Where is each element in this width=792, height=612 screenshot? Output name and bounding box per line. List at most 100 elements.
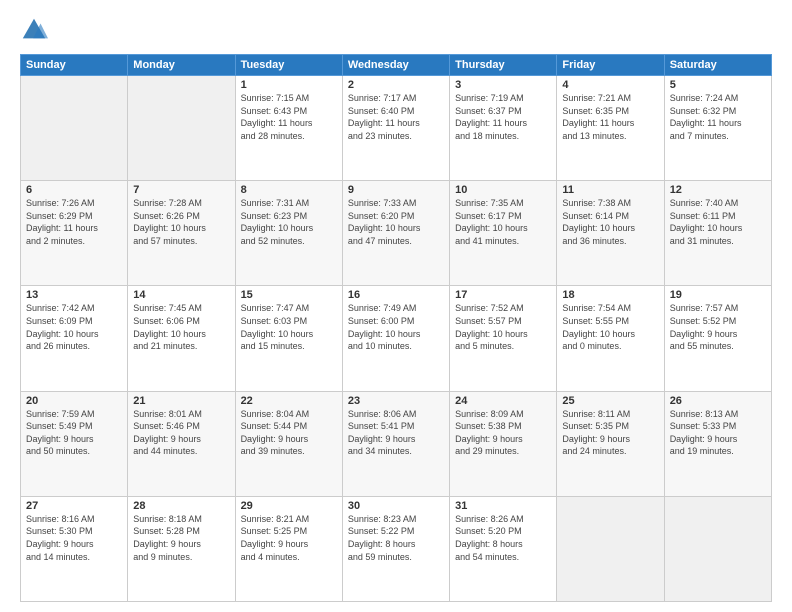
day-number: 29: [241, 500, 337, 512]
day-number: 17: [455, 289, 551, 301]
calendar-week-row: 20Sunrise: 7:59 AM Sunset: 5:49 PM Dayli…: [21, 391, 772, 496]
logo: [20, 16, 52, 44]
calendar-header-tuesday: Tuesday: [235, 55, 342, 76]
calendar-cell: 2Sunrise: 7:17 AM Sunset: 6:40 PM Daylig…: [342, 76, 449, 181]
calendar-cell: 23Sunrise: 8:06 AM Sunset: 5:41 PM Dayli…: [342, 391, 449, 496]
calendar-header-saturday: Saturday: [664, 55, 771, 76]
calendar-cell: 30Sunrise: 8:23 AM Sunset: 5:22 PM Dayli…: [342, 496, 449, 601]
day-number: 11: [562, 184, 658, 196]
calendar-cell: 9Sunrise: 7:33 AM Sunset: 6:20 PM Daylig…: [342, 181, 449, 286]
calendar-cell: [664, 496, 771, 601]
day-info: Sunrise: 7:15 AM Sunset: 6:43 PM Dayligh…: [241, 92, 337, 142]
day-info: Sunrise: 8:21 AM Sunset: 5:25 PM Dayligh…: [241, 513, 337, 563]
day-number: 31: [455, 500, 551, 512]
calendar-cell: 28Sunrise: 8:18 AM Sunset: 5:28 PM Dayli…: [128, 496, 235, 601]
day-number: 18: [562, 289, 658, 301]
day-info: Sunrise: 7:28 AM Sunset: 6:26 PM Dayligh…: [133, 197, 229, 247]
day-info: Sunrise: 7:26 AM Sunset: 6:29 PM Dayligh…: [26, 197, 122, 247]
day-info: Sunrise: 7:59 AM Sunset: 5:49 PM Dayligh…: [26, 408, 122, 458]
day-info: Sunrise: 7:47 AM Sunset: 6:03 PM Dayligh…: [241, 302, 337, 352]
day-number: 6: [26, 184, 122, 196]
day-info: Sunrise: 7:45 AM Sunset: 6:06 PM Dayligh…: [133, 302, 229, 352]
day-info: Sunrise: 7:40 AM Sunset: 6:11 PM Dayligh…: [670, 197, 766, 247]
day-info: Sunrise: 7:21 AM Sunset: 6:35 PM Dayligh…: [562, 92, 658, 142]
calendar-cell: 14Sunrise: 7:45 AM Sunset: 6:06 PM Dayli…: [128, 286, 235, 391]
day-number: 20: [26, 395, 122, 407]
day-info: Sunrise: 7:19 AM Sunset: 6:37 PM Dayligh…: [455, 92, 551, 142]
day-info: Sunrise: 7:49 AM Sunset: 6:00 PM Dayligh…: [348, 302, 444, 352]
day-info: Sunrise: 8:11 AM Sunset: 5:35 PM Dayligh…: [562, 408, 658, 458]
day-info: Sunrise: 8:01 AM Sunset: 5:46 PM Dayligh…: [133, 408, 229, 458]
day-info: Sunrise: 8:16 AM Sunset: 5:30 PM Dayligh…: [26, 513, 122, 563]
calendar-cell: 18Sunrise: 7:54 AM Sunset: 5:55 PM Dayli…: [557, 286, 664, 391]
day-number: 7: [133, 184, 229, 196]
calendar-header-sunday: Sunday: [21, 55, 128, 76]
day-number: 16: [348, 289, 444, 301]
calendar-cell: 7Sunrise: 7:28 AM Sunset: 6:26 PM Daylig…: [128, 181, 235, 286]
day-info: Sunrise: 7:54 AM Sunset: 5:55 PM Dayligh…: [562, 302, 658, 352]
calendar-cell: 29Sunrise: 8:21 AM Sunset: 5:25 PM Dayli…: [235, 496, 342, 601]
calendar-cell: 10Sunrise: 7:35 AM Sunset: 6:17 PM Dayli…: [450, 181, 557, 286]
day-number: 12: [670, 184, 766, 196]
calendar-cell: 25Sunrise: 8:11 AM Sunset: 5:35 PM Dayli…: [557, 391, 664, 496]
calendar-header-monday: Monday: [128, 55, 235, 76]
day-info: Sunrise: 8:13 AM Sunset: 5:33 PM Dayligh…: [670, 408, 766, 458]
day-number: 15: [241, 289, 337, 301]
day-info: Sunrise: 7:35 AM Sunset: 6:17 PM Dayligh…: [455, 197, 551, 247]
calendar-header-friday: Friday: [557, 55, 664, 76]
calendar-cell: 8Sunrise: 7:31 AM Sunset: 6:23 PM Daylig…: [235, 181, 342, 286]
day-number: 24: [455, 395, 551, 407]
day-number: 1: [241, 79, 337, 91]
calendar-cell: 22Sunrise: 8:04 AM Sunset: 5:44 PM Dayli…: [235, 391, 342, 496]
calendar-header-thursday: Thursday: [450, 55, 557, 76]
day-number: 9: [348, 184, 444, 196]
calendar-cell: 5Sunrise: 7:24 AM Sunset: 6:32 PM Daylig…: [664, 76, 771, 181]
day-number: 21: [133, 395, 229, 407]
day-info: Sunrise: 8:06 AM Sunset: 5:41 PM Dayligh…: [348, 408, 444, 458]
day-number: 27: [26, 500, 122, 512]
calendar-cell: 31Sunrise: 8:26 AM Sunset: 5:20 PM Dayli…: [450, 496, 557, 601]
calendar-header-wednesday: Wednesday: [342, 55, 449, 76]
page: SundayMondayTuesdayWednesdayThursdayFrid…: [0, 0, 792, 612]
calendar-cell: 13Sunrise: 7:42 AM Sunset: 6:09 PM Dayli…: [21, 286, 128, 391]
calendar-cell: 17Sunrise: 7:52 AM Sunset: 5:57 PM Dayli…: [450, 286, 557, 391]
calendar-header-row: SundayMondayTuesdayWednesdayThursdayFrid…: [21, 55, 772, 76]
day-info: Sunrise: 7:33 AM Sunset: 6:20 PM Dayligh…: [348, 197, 444, 247]
day-info: Sunrise: 7:57 AM Sunset: 5:52 PM Dayligh…: [670, 302, 766, 352]
day-number: 23: [348, 395, 444, 407]
day-number: 4: [562, 79, 658, 91]
calendar-cell: 12Sunrise: 7:40 AM Sunset: 6:11 PM Dayli…: [664, 181, 771, 286]
calendar-cell: 11Sunrise: 7:38 AM Sunset: 6:14 PM Dayli…: [557, 181, 664, 286]
calendar-cell: 20Sunrise: 7:59 AM Sunset: 5:49 PM Dayli…: [21, 391, 128, 496]
calendar-week-row: 27Sunrise: 8:16 AM Sunset: 5:30 PM Dayli…: [21, 496, 772, 601]
day-number: 26: [670, 395, 766, 407]
day-number: 13: [26, 289, 122, 301]
calendar-cell: 27Sunrise: 8:16 AM Sunset: 5:30 PM Dayli…: [21, 496, 128, 601]
calendar-cell: [128, 76, 235, 181]
day-number: 5: [670, 79, 766, 91]
day-number: 30: [348, 500, 444, 512]
logo-icon: [20, 16, 48, 44]
calendar-week-row: 6Sunrise: 7:26 AM Sunset: 6:29 PM Daylig…: [21, 181, 772, 286]
calendar-cell: 26Sunrise: 8:13 AM Sunset: 5:33 PM Dayli…: [664, 391, 771, 496]
calendar-cell: 15Sunrise: 7:47 AM Sunset: 6:03 PM Dayli…: [235, 286, 342, 391]
day-info: Sunrise: 8:09 AM Sunset: 5:38 PM Dayligh…: [455, 408, 551, 458]
calendar-cell: 16Sunrise: 7:49 AM Sunset: 6:00 PM Dayli…: [342, 286, 449, 391]
day-number: 25: [562, 395, 658, 407]
calendar-table: SundayMondayTuesdayWednesdayThursdayFrid…: [20, 54, 772, 602]
day-info: Sunrise: 7:17 AM Sunset: 6:40 PM Dayligh…: [348, 92, 444, 142]
day-number: 22: [241, 395, 337, 407]
day-number: 14: [133, 289, 229, 301]
day-info: Sunrise: 8:18 AM Sunset: 5:28 PM Dayligh…: [133, 513, 229, 563]
calendar-cell: 24Sunrise: 8:09 AM Sunset: 5:38 PM Dayli…: [450, 391, 557, 496]
day-info: Sunrise: 7:38 AM Sunset: 6:14 PM Dayligh…: [562, 197, 658, 247]
day-number: 28: [133, 500, 229, 512]
day-number: 10: [455, 184, 551, 196]
calendar-cell: [557, 496, 664, 601]
day-number: 19: [670, 289, 766, 301]
day-info: Sunrise: 7:31 AM Sunset: 6:23 PM Dayligh…: [241, 197, 337, 247]
day-info: Sunrise: 7:42 AM Sunset: 6:09 PM Dayligh…: [26, 302, 122, 352]
calendar-cell: 4Sunrise: 7:21 AM Sunset: 6:35 PM Daylig…: [557, 76, 664, 181]
calendar-week-row: 1Sunrise: 7:15 AM Sunset: 6:43 PM Daylig…: [21, 76, 772, 181]
day-number: 2: [348, 79, 444, 91]
